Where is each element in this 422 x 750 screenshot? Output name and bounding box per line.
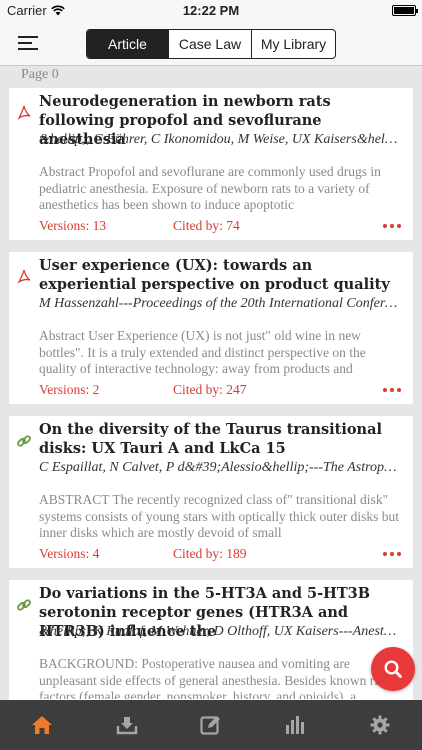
cited-by-link[interactable]: Cited by: 74 xyxy=(173,218,240,234)
cited-by-link[interactable]: Cited by: 189 xyxy=(173,546,247,562)
stats-icon xyxy=(286,716,305,734)
more-options-icon[interactable] xyxy=(383,224,401,228)
tab-case-law[interactable]: Case Law xyxy=(169,30,252,58)
article-card[interactable]: Neurodegeneration in newborn rats follow… xyxy=(9,88,413,240)
link-icon xyxy=(17,599,31,611)
article-authors: C Espaillat, N Calvet, P d&#39;Alessio&h… xyxy=(39,460,401,475)
menu-icon[interactable] xyxy=(18,36,38,52)
article-list: Neurodegeneration in newborn rats follow… xyxy=(9,88,413,722)
article-abstract: Abstract User Experience (UX) is not jus… xyxy=(39,328,366,376)
article-card[interactable]: On the diversity of the Taurus transitio… xyxy=(9,416,413,568)
article-authors: &hellip;, C Bührer, C Ikonomidou, M Weis… xyxy=(39,132,401,147)
article-card[interactable]: User experience (UX): towards an experie… xyxy=(9,252,413,404)
tab-home[interactable] xyxy=(0,700,84,750)
home-icon xyxy=(32,716,53,734)
tab-bar xyxy=(0,700,422,750)
more-options-icon[interactable] xyxy=(383,552,401,556)
article-authors: &hellip;, K Rudlof, M Wehner, D Olthoff,… xyxy=(39,624,401,639)
article-authors: M Hassenzahl---Proceedings of the 20th I… xyxy=(39,296,401,311)
link-icon xyxy=(17,435,31,447)
article-abstract: ABSTRACT The recently recognized class o… xyxy=(39,492,399,540)
article-abstract: Abstract Propofol and sevoflurane are co… xyxy=(39,164,381,212)
more-options-icon[interactable] xyxy=(383,388,401,392)
search-icon xyxy=(384,660,402,678)
article-title[interactable]: User experience (UX): towards an experie… xyxy=(39,256,401,294)
tab-notes[interactable] xyxy=(169,700,253,750)
page-label: Page 0 xyxy=(21,67,59,82)
gear-icon xyxy=(370,715,390,735)
status-time: 12:22 PM xyxy=(182,3,240,18)
article-title[interactable]: On the diversity of the Taurus transitio… xyxy=(39,420,401,458)
tab-my-library[interactable]: My Library xyxy=(252,30,335,58)
article-card[interactable]: Do variations in the 5-HT3A and 5-HT3B s… xyxy=(9,580,413,710)
status-bar: Carrier 12:22 PM xyxy=(0,0,422,22)
versions-link[interactable]: Versions: 2 xyxy=(39,382,99,398)
search-button[interactable] xyxy=(371,647,415,691)
battery-icon xyxy=(392,5,418,16)
tab-stats[interactable] xyxy=(253,700,337,750)
article-abstract: BACKGROUND: Postoperative nausea and vom… xyxy=(39,656,391,699)
versions-link[interactable]: Versions: 4 xyxy=(39,546,99,562)
versions-link[interactable]: Versions: 13 xyxy=(39,218,106,234)
pdf-icon xyxy=(17,269,31,284)
tab-downloads[interactable] xyxy=(84,700,168,750)
pdf-icon xyxy=(17,105,31,120)
tab-settings[interactable] xyxy=(338,700,422,750)
edit-icon xyxy=(200,716,221,735)
download-icon xyxy=(116,717,137,735)
cited-by-link[interactable]: Cited by: 247 xyxy=(173,382,247,398)
tab-article[interactable]: Article xyxy=(87,30,169,58)
nav-bar: Article Case Law My Library xyxy=(0,22,422,66)
segmented-control: Article Case Law My Library xyxy=(86,29,336,59)
